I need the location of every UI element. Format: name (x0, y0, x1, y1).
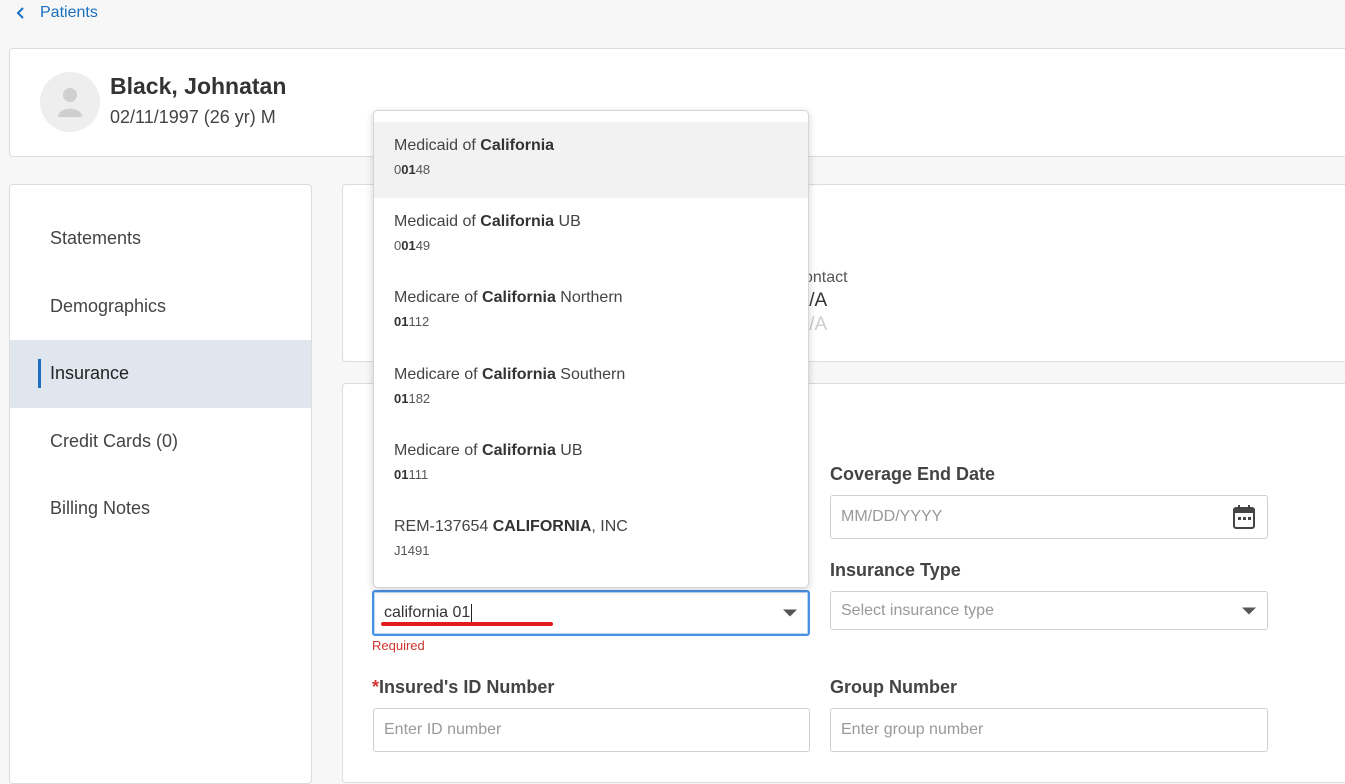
payer-search-input[interactable]: california 01 (372, 590, 810, 636)
dropdown-option[interactable]: REM-137654 CALIFORNIA, INC J1491 (374, 503, 808, 579)
option-code: 01111 (394, 466, 429, 482)
insured-id-placeholder: Enter ID number (384, 721, 502, 738)
coverage-end-date-label: Coverage End Date (830, 464, 996, 484)
patient-name: Black, Johnatan (110, 73, 287, 99)
dropdown-option[interactable]: Medicaid of California UB 00149 (374, 198, 808, 274)
sidebar-item-label: Insurance (50, 363, 130, 384)
option-name: Medicare of California Northern (394, 289, 623, 307)
sidebar-item-label: Statements (50, 228, 142, 249)
dropdown-option[interactable]: Medicare of California UB 01111 (374, 427, 808, 503)
option-code: 01182 (394, 390, 431, 406)
sidebar: Statements Demographics Insurance Credit… (9, 184, 312, 784)
red-underline-annotation (381, 622, 553, 626)
dropdown-option[interactable]: Medicaid of California 00148 (374, 122, 808, 199)
insured-id-label: *Insured's ID Number (372, 677, 554, 698)
calendar-icon[interactable] (1232, 504, 1256, 530)
option-name: Medicaid of California (394, 137, 555, 154)
option-code: 00148 (394, 162, 431, 177)
patient-dob: 02/11/1997 (26 yr) M (110, 107, 276, 127)
sidebar-item-label: Credit Cards (0) (50, 430, 179, 451)
sidebar-item-credit-cards[interactable]: Credit Cards (0) (10, 408, 311, 476)
option-code: 01112 (394, 314, 430, 330)
back-link-label: Patients (40, 4, 98, 21)
group-number-input[interactable]: Enter group number (830, 708, 1268, 752)
payer-dropdown-list: Medicaid of California 00148 Medicaid of… (373, 110, 809, 588)
sidebar-item-billing-notes[interactable]: Billing Notes (10, 475, 311, 543)
payer-required-error: Required (372, 638, 425, 653)
option-name: Medicare of California Southern (394, 365, 626, 383)
group-number-placeholder: Enter group number (841, 721, 984, 738)
option-name: Medicaid of California UB (394, 213, 581, 231)
back-to-patients-link[interactable]: Patients (16, 4, 98, 22)
avatar (40, 72, 100, 132)
coverage-end-date-input[interactable]: MM/DD/YYYY (830, 495, 1268, 539)
dropdown-option[interactable]: Medicare of California Southern 01182 (374, 351, 808, 427)
sidebar-item-insurance[interactable]: Insurance (10, 340, 311, 408)
insured-id-input[interactable]: Enter ID number (373, 708, 810, 752)
sidebar-item-statements[interactable]: Statements (10, 205, 311, 273)
required-asterisk: * (372, 677, 380, 697)
option-code: J1491 (394, 542, 430, 558)
sidebar-item-label: Billing Notes (50, 498, 151, 519)
chevron-down-icon (1242, 607, 1256, 614)
chevron-down-icon[interactable] (783, 609, 797, 617)
option-name: Medicare of California UB (394, 441, 583, 459)
insured-id-label-text: Insured's ID Number (379, 677, 555, 697)
dropdown-option[interactable]: Medicare of California Northern 01112 (374, 274, 808, 350)
insurance-type-placeholder: Select insurance type (841, 601, 994, 619)
person-icon (58, 88, 82, 117)
coverage-end-date-placeholder: MM/DD/YYYY (841, 508, 943, 525)
option-code: 00149 (394, 238, 431, 254)
group-number-label: Group Number (830, 677, 958, 697)
text-cursor (471, 604, 473, 622)
contact-label: ontact (804, 269, 848, 286)
chevron-left-icon (16, 7, 24, 19)
option-name: REM-137654 CALIFORNIA, INC (394, 517, 628, 535)
payer-search-value: california 01 (384, 604, 471, 621)
sidebar-item-demographics[interactable]: Demographics (10, 273, 311, 341)
insurance-type-select[interactable]: Select insurance type (830, 591, 1268, 630)
insurance-type-label: Insurance Type (830, 560, 961, 580)
sidebar-item-label: Demographics (50, 295, 167, 316)
